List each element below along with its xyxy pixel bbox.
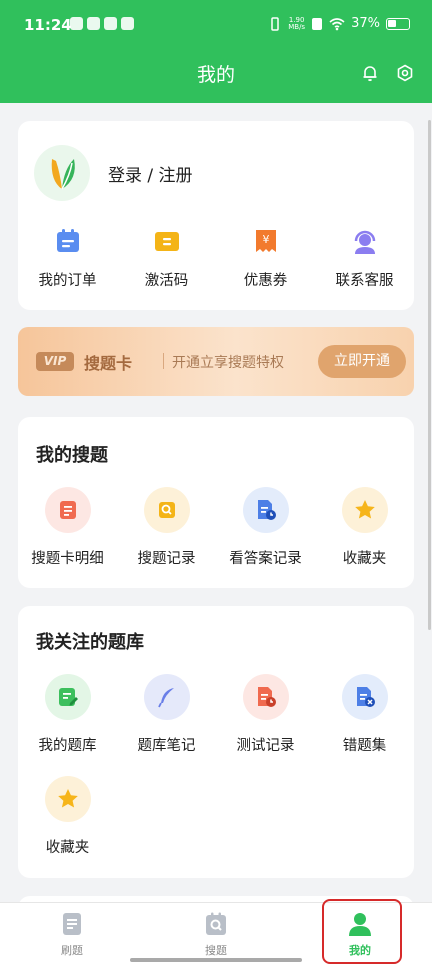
search-record-icon [158,502,175,518]
feather-icon [157,688,174,708]
profile-shortcuts: 我的订单 激活码 ¥ 优惠券 联系客服 [18,227,414,290]
shortcut-coupon[interactable]: ¥ 优惠券 [216,227,315,290]
search-icon [206,912,226,935]
item-label: 我的题库 [38,738,97,754]
app-notification-icon [70,17,83,30]
item-label: 错题集 [342,738,387,754]
item-label: 测试记录 [236,738,295,754]
gear-icon[interactable] [396,64,414,82]
status-time: 11:24 [24,16,72,34]
nav-label: 搜题 [205,944,227,957]
shortcut-label: 联系客服 [335,273,394,289]
wifi-icon [329,17,345,30]
item-favorites[interactable]: 收藏夹 [18,776,117,857]
item-label: 收藏夹 [342,551,387,567]
status-right: 1.90 MB/s 37% [268,16,410,31]
shortcut-activation-code[interactable]: 激活码 [117,227,216,290]
shortcut-label: 优惠券 [243,273,288,289]
item-search-record[interactable]: 搜题记录 [117,487,216,568]
notification-icons [70,17,134,30]
shortcut-label: 激活码 [144,273,189,289]
star-icon [57,789,78,808]
vip-description: 开通立享搜题特权 [172,355,284,371]
section-title: 我关注的题库 [36,632,144,653]
vibrate-icon [271,16,279,31]
item-wrong-questions[interactable]: 错题集 [315,674,414,755]
followed-banks-card: 我关注的题库 我的题库 题库笔记 测试记录 错题集 收藏夹 [18,606,414,878]
nav-tab-practice[interactable]: 刷题 [0,903,144,964]
vip-open-button[interactable]: 立即开通 [318,345,406,378]
star-icon [354,500,375,519]
scrollbar[interactable] [428,120,431,630]
item-label: 搜题记录 [137,551,196,567]
svg-text:¥: ¥ [262,233,269,246]
app-notification-icon [87,17,100,30]
app-notification-icon [121,17,134,30]
status-bar: 11:24 1.90 MB/s 37% [0,0,432,50]
vip-banner[interactable]: VIP 搜题卡 开通立享搜题特权 立即开通 [18,327,414,396]
followed-banks-grid-row2: 收藏夹 [18,776,414,857]
net-speed: 1.90 MB/s [288,15,306,31]
practice-icon [63,913,81,935]
shortcut-orders[interactable]: 我的订单 [18,227,117,290]
coupon-icon: ¥ [255,230,276,252]
question-bank-icon [58,688,78,706]
vip-divider [163,353,164,369]
item-bank-notes[interactable]: 题库笔记 [117,674,216,755]
item-favorites[interactable]: 收藏夹 [315,487,414,568]
battery-percent: 37% [351,16,380,31]
item-label: 搜题卡明细 [31,551,104,567]
followed-banks-grid-row1: 我的题库 题库笔记 测试记录 错题集 [18,674,414,755]
my-search-grid: 搜题卡明细 搜题记录 看答案记录 收藏夹 [18,487,414,568]
section-title: 我的搜题 [36,445,108,466]
my-search-card: 我的搜题 搜题卡明细 搜题记录 看答案记录 收藏夹 [18,417,414,588]
nav-tab-search[interactable]: 搜题 [144,903,288,964]
app-header: 11:24 1.90 MB/s 37% 我的 [0,0,432,103]
avatar[interactable] [34,145,90,201]
app-logo-icon [51,159,75,190]
item-card-detail[interactable]: 搜题卡明细 [18,487,117,568]
profile-card: 登录 / 注册 我的订单 激活码 ¥ 优惠券 联系客服 [18,121,414,310]
app-notification-icon [104,17,117,30]
item-label: 收藏夹 [45,840,90,856]
activation-code-icon [154,232,179,251]
item-answer-record[interactable]: 看答案记录 [216,487,315,568]
item-label: 题库笔记 [137,738,196,754]
item-my-question-bank[interactable]: 我的题库 [18,674,117,755]
test-record-icon [257,687,276,707]
answer-record-icon [257,500,276,520]
item-test-record[interactable]: 测试记录 [216,674,315,755]
home-indicator [130,958,302,962]
login-register-link[interactable]: 登录 / 注册 [108,161,193,186]
order-icon [56,229,79,252]
battery-icon [386,17,410,30]
sim-icon [312,17,323,30]
shortcut-customer-service[interactable]: 联系客服 [315,227,414,290]
card-detail-icon [59,501,76,519]
customer-service-icon [354,230,375,254]
shortcut-label: 我的订单 [38,273,97,289]
wrong-questions-icon [356,687,375,707]
selection-highlight [322,899,402,964]
vip-badge: VIP [36,352,74,371]
nav-label: 刷题 [61,944,83,957]
bell-icon[interactable] [362,64,378,82]
vip-card-name: 搜题卡 [84,354,133,373]
item-label: 看答案记录 [229,551,302,567]
